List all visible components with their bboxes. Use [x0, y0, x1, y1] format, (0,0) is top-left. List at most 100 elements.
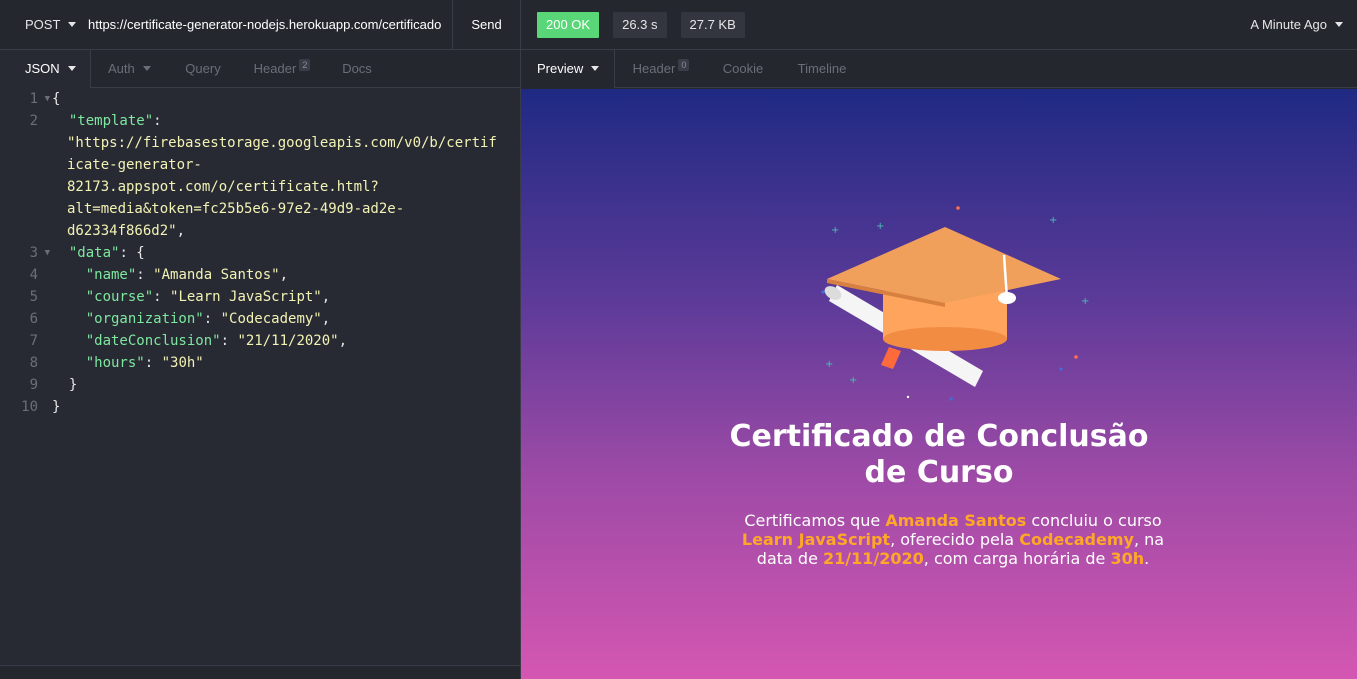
certificate-text-part: . — [1144, 549, 1150, 568]
sparkle-icon: + — [831, 225, 839, 236]
sparkle-dot — [1074, 355, 1078, 359]
status-badge: 200 OK — [537, 11, 600, 38]
sparkle-icon: + — [849, 375, 857, 386]
json-string: d62334f866d2" — [67, 223, 177, 239]
code-line-wrap: icate-generator- — [0, 154, 520, 176]
line-number: 7 — [29, 333, 38, 349]
tab-docs[interactable]: Docs — [327, 50, 387, 88]
chevron-down-icon — [68, 22, 77, 27]
history-dropdown[interactable]: A Minute Ago — [1250, 17, 1357, 32]
json-string: 82173.appspot.com/o/certificate.html? — [67, 179, 379, 195]
code-line: 7 "dateConclusion": "21/11/2020", — [0, 330, 520, 352]
json-string: "Amanda Santos" — [153, 267, 280, 283]
code-line: 6 "organization": "Codecademy", — [0, 308, 520, 330]
line-number: 10 — [21, 399, 38, 415]
line-number: 4 — [29, 267, 38, 283]
line-number: 9 — [29, 377, 38, 393]
code-line: 2 "template": — [0, 110, 520, 132]
tab-body-json[interactable]: JSON — [0, 49, 91, 88]
json-body-editor[interactable]: 1 ▼ { 2 "template": "https://firebasestor… — [0, 88, 520, 666]
cap-board — [827, 227, 1061, 303]
header-count-badge: 2 — [299, 58, 311, 71]
chevron-down-icon — [142, 66, 151, 71]
json-key: "template" — [68, 113, 154, 129]
code-line: 1 ▼ { — [0, 88, 520, 110]
code-line: 3 ▼ "data": { — [0, 242, 520, 264]
chevron-down-icon — [1335, 22, 1343, 27]
response-time-badge: 26.3 s — [613, 11, 667, 38]
sparkle-dot — [1059, 367, 1063, 371]
recipient-name: Amanda Santos — [885, 511, 1027, 530]
response-status-bar: 200 OK 26.3 s 27.7 KB A Minute Ago — [521, 0, 1357, 50]
header-count-badge: 0 — [678, 58, 690, 71]
certificate-title-line: Certificado de Conclusão — [729, 419, 1149, 454]
organization-name: Codecademy — [1019, 530, 1134, 549]
course-name: Learn JavaScript — [741, 530, 891, 549]
json-key: "dateConclusion" — [85, 333, 221, 349]
json-string: "21/11/2020" — [237, 333, 339, 349]
code-line: 8 "hours": "30h" — [0, 352, 520, 374]
certificate-text-part: concluiu o curso — [1026, 511, 1162, 530]
request-pane: POST https://certificate-generator-nodej… — [0, 0, 520, 679]
fold-arrow-icon[interactable]: ▼ — [45, 88, 50, 110]
sparkle-dot — [956, 206, 960, 210]
response-tabs: Preview Header 0 Cookie Timeline — [521, 49, 1357, 88]
sparkle-icon: + — [876, 221, 884, 232]
code-line: 4 "name": "Amanda Santos", — [0, 264, 520, 286]
editor-footer — [0, 665, 520, 679]
tab-header-label: Header — [253, 61, 297, 76]
json-string: alt=media&token=fc25b5e6-97e2-49d9-ad2e- — [67, 201, 405, 217]
tab-cookie[interactable]: Cookie — [707, 50, 779, 88]
conclusion-date: 21/11/2020 — [823, 549, 924, 568]
url-input[interactable]: https://certificate-generator-nodejs.her… — [88, 17, 452, 32]
code-line-wrap: 82173.appspot.com/o/certificate.html? — [0, 176, 520, 198]
tab-preview[interactable]: Preview — [521, 49, 615, 88]
tab-query[interactable]: Query — [169, 50, 237, 88]
send-button[interactable]: Send — [452, 0, 520, 50]
chevron-down-icon — [591, 66, 600, 71]
json-key: "name" — [85, 267, 137, 283]
sparkle-icon: + — [825, 359, 833, 370]
course-hours: 30h — [1110, 549, 1145, 568]
json-key: "organization" — [85, 311, 204, 327]
tab-preview-label: Preview — [537, 61, 584, 76]
certificate-text-part: , com carga horária de — [923, 549, 1111, 568]
tab-response-header[interactable]: Header 0 — [615, 50, 707, 88]
sparkle-dot — [949, 397, 953, 401]
fold-arrow-icon[interactable]: ▼ — [45, 242, 50, 264]
line-number: 3 ▼ — [0, 242, 52, 264]
json-key: "course" — [85, 289, 154, 305]
tab-auth-label: Auth — [108, 61, 135, 76]
code-line-wrap: "https://firebasestorage.googleapis.com/… — [0, 132, 520, 154]
tab-header[interactable]: Header 2 — [237, 50, 327, 88]
json-string: "30h" — [161, 355, 204, 371]
json-string: "https://firebasestorage.googleapis.com/… — [67, 135, 497, 151]
certificate-title-line: de Curso — [864, 455, 1014, 490]
response-pane: 200 OK 26.3 s 27.7 KB A Minute Ago Previ… — [520, 0, 1357, 679]
json-key: "data" — [68, 245, 120, 261]
code-line: 5 "course": "Learn JavaScript", — [0, 286, 520, 308]
code-line-wrap: d62334f866d2", — [67, 223, 186, 239]
response-size-badge: 27.7 KB — [680, 11, 745, 38]
graduation-cap-illustration: + + + + + + — [821, 206, 1089, 401]
chevron-down-icon — [67, 66, 76, 71]
json-string: "Codecademy" — [220, 311, 322, 327]
json-string: icate-generator- — [67, 157, 202, 173]
line-number: 1 ▼ — [0, 88, 52, 110]
tab-timeline[interactable]: Timeline — [779, 50, 865, 88]
diploma-ribbon — [881, 347, 901, 369]
sparkle-icon: + — [1081, 296, 1089, 307]
code-line: 10 } — [0, 396, 520, 418]
tassel-end — [998, 292, 1016, 304]
code-line-wrap: alt=media&token=fc25b5e6-97e2-49d9-ad2e- — [0, 198, 520, 220]
tab-body-label: JSON — [25, 61, 60, 76]
tab-auth[interactable]: Auth — [91, 50, 169, 88]
json-key: "hours" — [85, 355, 145, 371]
request-tabs: JSON Auth Query Header 2 Docs — [0, 49, 520, 88]
history-label: A Minute Ago — [1250, 17, 1327, 32]
method-dropdown[interactable]: POST — [0, 17, 88, 32]
certificate-title: Certificado de Conclusão de Curso — [521, 419, 1357, 491]
line-number: 5 — [29, 289, 38, 305]
line-number: 6 — [29, 311, 38, 327]
certificate-text-part: , oferecido pela — [890, 530, 1020, 549]
